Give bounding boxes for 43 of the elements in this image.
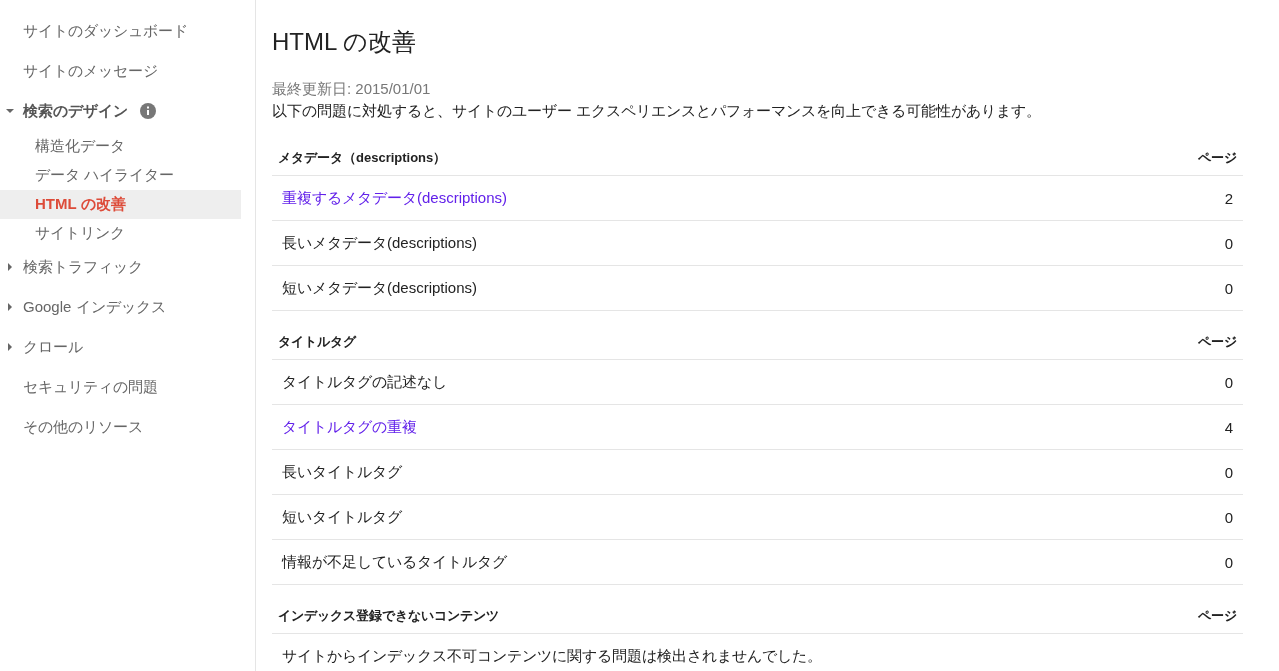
info-icon[interactable] (140, 103, 156, 119)
section-title: インデックス登録できないコンテンツ (278, 607, 499, 625)
section-title: タイトルタグ (278, 333, 356, 351)
issue-label: 長いタイトルタグ (282, 462, 402, 482)
page-title: HTML の改善 (272, 27, 418, 57)
issue-link[interactable]: タイトルタグの重複 (282, 417, 417, 437)
sidebar-item[interactable]: その他のリソース (23, 417, 143, 437)
page-count: 0 (1224, 373, 1233, 391)
issue-label: 短いメタデータ(descriptions) (282, 278, 478, 298)
caret-down-icon[interactable] (6, 107, 14, 115)
sidebar-subitem[interactable]: データ ハイライター (35, 166, 175, 185)
sidebar-item[interactable]: Google インデックス (23, 297, 166, 317)
caret-right-icon[interactable] (6, 303, 14, 311)
sidebar-item[interactable]: クロール (23, 337, 83, 357)
sidebar-item[interactable]: 検索トラフィック (23, 257, 143, 277)
page-count: 0 (1224, 279, 1233, 297)
issue-label: タイトルタグの記述なし (282, 372, 447, 392)
page-count: 0 (1224, 463, 1233, 481)
issue-label: 情報が不足しているタイトルタグ (282, 552, 507, 572)
sidebar-item[interactable]: 検索のデザイン (23, 101, 128, 121)
issue-label: 長いメタデータ(descriptions) (282, 233, 478, 253)
column-header: ページ (1198, 333, 1237, 351)
sidebar-subitem[interactable]: HTML の改善 (35, 195, 126, 214)
issue-link[interactable]: 重複するメタデータ(descriptions) (282, 188, 508, 208)
page-count: 2 (1224, 189, 1233, 207)
last-updated-text: 最終更新日: 2015/01/01 (272, 80, 432, 99)
sidebar-subitem[interactable]: 構造化データ (35, 137, 125, 156)
column-header: ページ (1198, 607, 1237, 625)
page-count: 0 (1224, 508, 1233, 526)
sidebar-item[interactable]: サイトのメッセージ (23, 61, 158, 81)
caret-right-icon[interactable] (6, 343, 14, 351)
description-text: 以下の問題に対処すると、サイトのユーザー エクスペリエンスとパフォーマンスを向上できる可能性があります。 (272, 102, 1043, 121)
page-count: 0 (1224, 553, 1233, 571)
sidebar-subitem[interactable]: サイトリンク (35, 224, 125, 243)
caret-right-icon[interactable] (6, 263, 14, 271)
column-header: ページ (1198, 149, 1237, 167)
sidebar-item[interactable]: セキュリティの問題 (23, 377, 158, 397)
issue-label: 短いタイトルタグ (282, 507, 402, 527)
page-count: 4 (1224, 418, 1233, 436)
page-count: 0 (1224, 234, 1233, 252)
sidebar-item[interactable]: サイトのダッシュボード (23, 21, 188, 41)
section-title: メタデータ（descriptions） (278, 149, 447, 167)
status-message: サイトからインデックス不可コンテンツに関する問題は検出されませんでした。 (282, 646, 822, 666)
